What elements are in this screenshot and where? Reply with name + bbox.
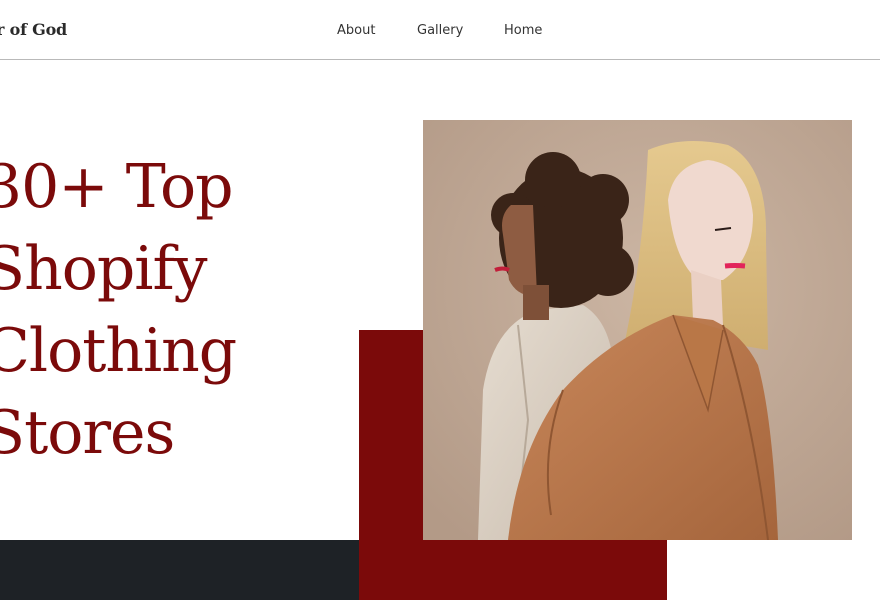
dark-decorative-block bbox=[0, 540, 360, 600]
brand-logo-text[interactable]: r of God bbox=[0, 20, 67, 39]
site-header: r of God About Gallery Home bbox=[0, 0, 880, 60]
nav-link-gallery[interactable]: Gallery bbox=[417, 23, 463, 38]
hero-title: 30+ Top Shopify Clothing Stores bbox=[0, 146, 237, 474]
nav-link-home[interactable]: Home bbox=[504, 23, 542, 38]
hero-title-line: 30+ Top bbox=[0, 152, 234, 222]
hero-photo-two-women-in-coats bbox=[423, 120, 852, 540]
hero-title-line: Shopify bbox=[0, 234, 208, 304]
nav-link-about[interactable]: About bbox=[337, 23, 375, 38]
hero-title-line: Clothing bbox=[0, 316, 237, 386]
hero-title-line: Stores bbox=[0, 398, 175, 468]
